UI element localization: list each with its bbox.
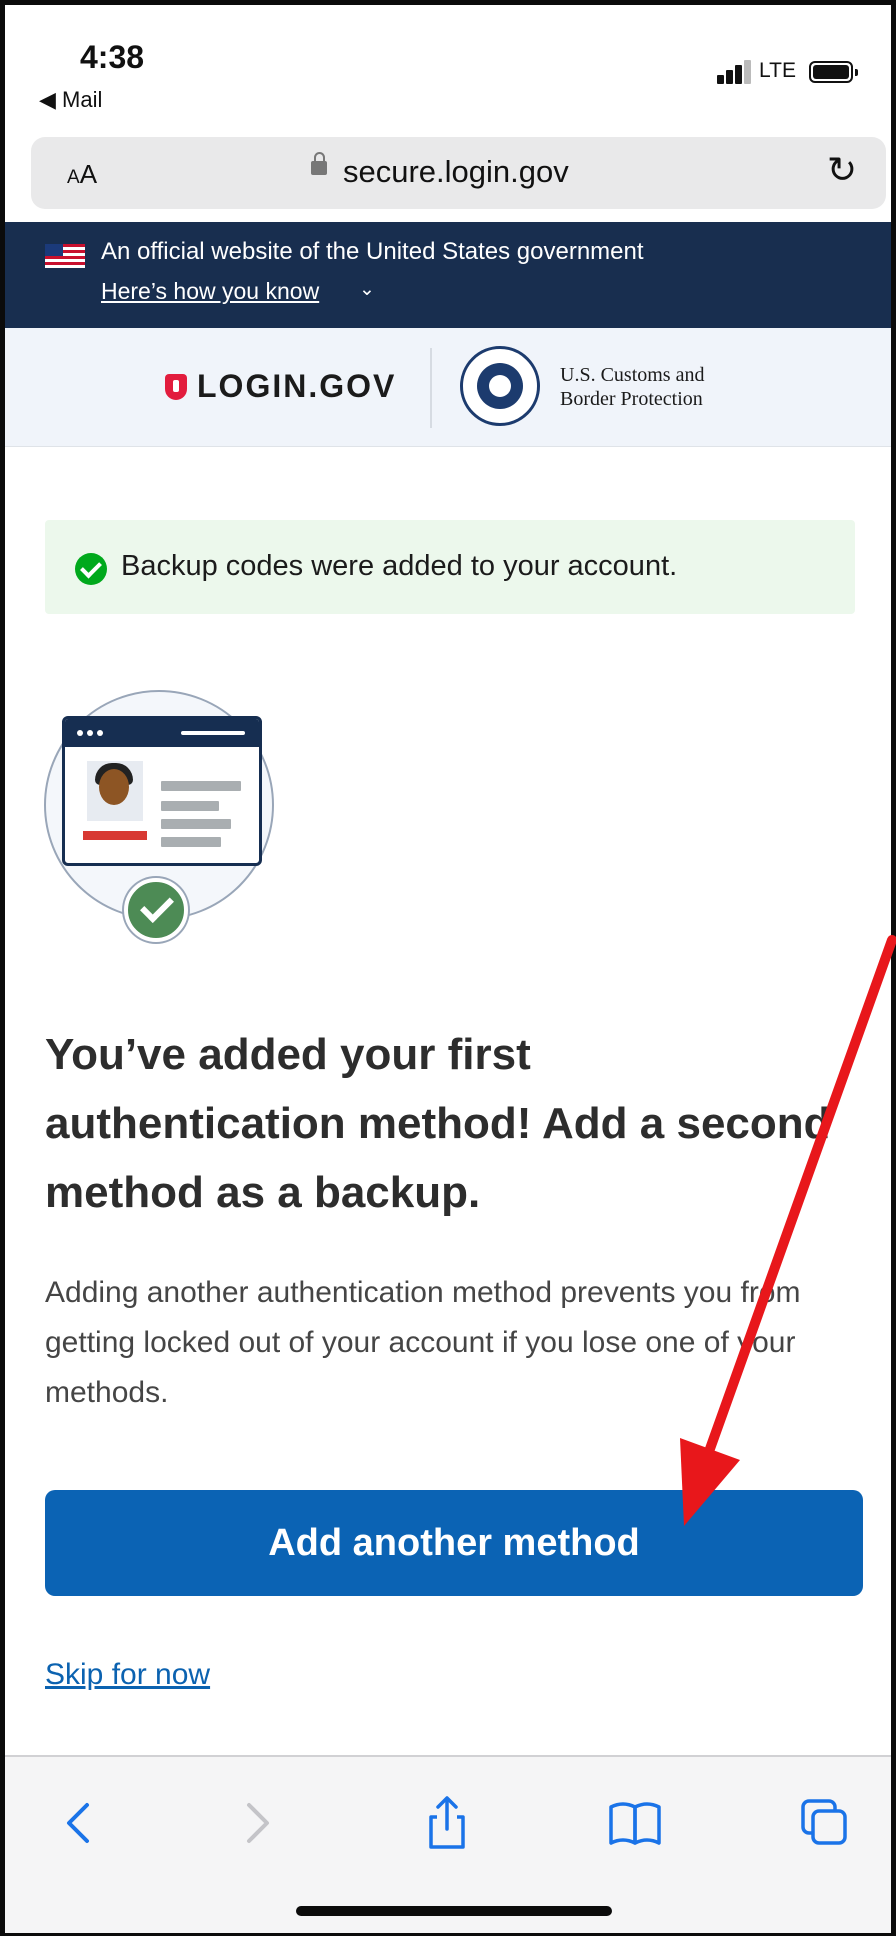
check-circle-icon xyxy=(75,553,107,585)
logo-header: LOGIN.GOV U.S. Customs and Border Protec… xyxy=(5,328,891,447)
reload-icon[interactable]: ↻ xyxy=(827,149,857,191)
success-alert: Backup codes were added to your account. xyxy=(45,520,855,614)
text-size-button[interactable]: AA xyxy=(67,159,97,190)
verified-check-icon xyxy=(124,878,188,942)
chevron-down-icon[interactable]: ⌄ xyxy=(359,278,375,301)
status-time: 4:38 xyxy=(80,39,145,75)
id-card-illustration xyxy=(44,690,274,942)
share-icon[interactable] xyxy=(417,1793,477,1853)
back-to-mail-link[interactable]: ◀ Mail xyxy=(39,87,102,113)
battery-icon xyxy=(809,61,858,83)
skip-for-now-link[interactable]: Skip for now xyxy=(45,1658,210,1692)
add-another-method-button[interactable]: Add another method xyxy=(45,1490,863,1596)
lock-icon xyxy=(311,152,327,175)
bookmarks-icon[interactable] xyxy=(605,1793,665,1853)
page-title: You’ve added your first authentication m… xyxy=(45,1030,831,1217)
logo-divider xyxy=(430,348,432,428)
home-indicator[interactable] xyxy=(296,1906,612,1916)
dhs-seal-icon xyxy=(460,346,540,426)
alert-message: Backup codes were added to your account. xyxy=(121,550,678,582)
login-gov-logo: LOGIN.GOV xyxy=(197,368,397,404)
how-you-know-link[interactable]: Here’s how you know xyxy=(101,278,319,305)
url-domain[interactable]: secure.login.gov xyxy=(343,154,569,190)
network-label: LTE xyxy=(759,59,796,82)
page-description: Adding another authentication method pre… xyxy=(45,1276,801,1409)
address-bar[interactable]: AA secure.login.gov ↻ xyxy=(31,137,886,209)
forward-icon[interactable] xyxy=(227,1793,287,1853)
login-gov-shield-icon xyxy=(165,374,187,400)
gov-banner-text: An official website of the United States… xyxy=(101,238,644,265)
gov-banner: An official website of the United States… xyxy=(5,222,891,328)
back-icon[interactable] xyxy=(49,1793,109,1853)
partner-name: U.S. Customs and Border Protection xyxy=(560,364,705,410)
us-flag-icon xyxy=(45,244,85,268)
signal-icon xyxy=(717,60,753,84)
tabs-icon[interactable] xyxy=(795,1793,855,1853)
